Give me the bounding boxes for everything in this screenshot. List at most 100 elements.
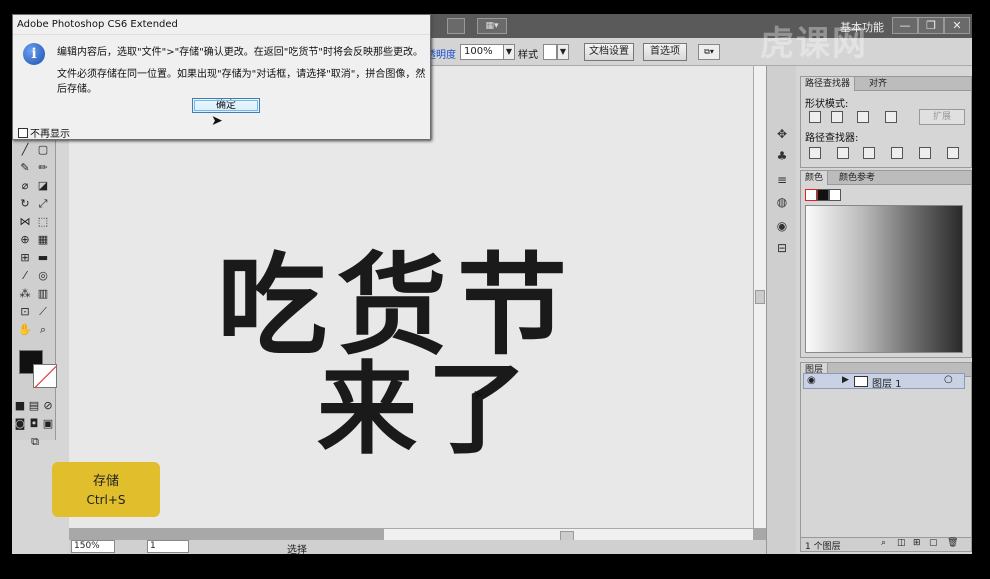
pencil-tool-icon[interactable]: ✏ <box>34 160 52 176</box>
eyedropper-tool-icon[interactable]: ⁄ <box>16 268 34 284</box>
layers-footer: 1 个图层 ⌕ ◫ ⊞ ▢ 🗑 <box>801 537 971 552</box>
blend-tool-icon[interactable]: ◎ <box>34 268 52 284</box>
pathfinder-tabs: 路径查找器 对齐 <box>801 77 971 91</box>
trim-icon[interactable] <box>837 147 849 159</box>
tab-align[interactable]: 对齐 <box>865 77 891 91</box>
mode-button[interactable] <box>447 18 465 34</box>
clipping-mask-icon[interactable]: ◫ <box>897 538 906 548</box>
dont-show-again-label: 不再显示 <box>30 129 70 140</box>
style-label: 样式 <box>518 50 538 61</box>
symbol-sprayer-tool-icon[interactable]: ⁂ <box>16 286 34 302</box>
minus-front-icon[interactable] <box>831 111 843 123</box>
arrange-icon[interactable]: ⧉▾ <box>698 44 720 60</box>
restore-button[interactable]: ❐ <box>918 17 944 34</box>
tab-color[interactable]: 颜色 <box>801 171 829 185</box>
color-mode-icon[interactable]: ■ <box>14 398 26 414</box>
alert-dialog: Adobe Photoshop CS6 Extended i 编辑内容后，选取"… <box>12 14 431 140</box>
hint-shortcut: Ctrl+S <box>86 493 126 507</box>
outline-icon[interactable] <box>919 147 931 159</box>
none-swatch-icon[interactable] <box>805 189 817 201</box>
hint-action: 存储 <box>92 474 119 489</box>
layers-panel-icon[interactable]: ⊟ <box>774 240 790 256</box>
panel-dock-strip: ✥ ♣ ≡ ◍ ◉ ⊟ <box>766 66 796 554</box>
column-graph-tool-icon[interactable]: ▥ <box>34 286 52 302</box>
arrange-documents-button[interactable]: ▦▾ <box>477 18 507 34</box>
locate-object-icon[interactable]: ⌕ <box>881 538 886 548</box>
status-text[interactable]: 选择 <box>287 541 307 554</box>
eraser-tool-icon[interactable]: ◪ <box>34 178 52 194</box>
gradient-mode-icon[interactable]: ▤ <box>28 398 40 414</box>
checkbox-box[interactable] <box>18 128 28 138</box>
symbols-panel-icon[interactable]: ♣ <box>774 148 790 164</box>
dialog-title: Adobe Photoshop CS6 Extended <box>13 15 430 35</box>
draw-inside-icon[interactable]: ▣ <box>42 416 54 432</box>
layer-name[interactable]: 图层 1 <box>872 375 902 390</box>
shape-builder-tool-icon[interactable]: ⊕ <box>16 232 34 248</box>
tab-color-guide[interactable]: 颜色参考 <box>835 171 879 185</box>
dont-show-again-checkbox[interactable]: 不再显示 <box>18 125 70 140</box>
perspective-grid-tool-icon[interactable]: ▦ <box>34 232 52 248</box>
draw-behind-icon[interactable]: ◘ <box>28 416 40 432</box>
minimize-button[interactable]: — <box>892 17 918 34</box>
document-setup-button[interactable]: 文档设置 <box>584 43 634 61</box>
crop-icon[interactable] <box>891 147 903 159</box>
paintbrush-tool-icon[interactable]: ✎ <box>16 160 34 176</box>
pointer-cursor-icon: ➤ <box>473 388 484 403</box>
zoom-tool-icon[interactable]: ⌕ <box>34 322 52 338</box>
slice-tool-icon[interactable]: ⟋ <box>34 304 52 320</box>
scale-tool-icon[interactable]: ⤢ <box>34 196 52 212</box>
expand-button[interactable]: 扩展 <box>919 109 965 125</box>
artboard-number-field[interactable]: 1 <box>147 540 189 553</box>
new-sublayer-icon[interactable]: ⊞ <box>913 538 921 548</box>
opacity-dropdown[interactable]: ▼ <box>503 44 515 60</box>
ok-button[interactable]: 确定 <box>192 98 260 113</box>
mouse-cursor-icon: ➤ <box>211 113 223 129</box>
expand-layer-icon[interactable]: ▶ <box>842 375 849 385</box>
vertical-scroll-thumb[interactable] <box>755 290 765 304</box>
color-spectrum[interactable] <box>805 205 963 353</box>
layer-row[interactable]: ◉ ▶ 图层 1 ○ <box>803 373 965 390</box>
target-circle-icon[interactable]: ○ <box>944 374 953 385</box>
artboard-tool-icon[interactable]: ⊡ <box>16 304 34 320</box>
line-segment-tool-icon[interactable]: ╱ <box>16 142 34 158</box>
tools-panel: ╱ ▢ ✎ ✏ ⌀ ◪ ↻ ⤢ ⋈ ⬚ ⊕ ▦ ⊞ ▬ ⁄ ◎ ⁂ ▥ ⊡ ⟋ … <box>12 140 57 448</box>
free-transform-tool-icon[interactable]: ⬚ <box>34 214 52 230</box>
status-bar: 150% 1 选择 <box>69 540 766 554</box>
brushes-panel-icon[interactable]: ✥ <box>774 126 790 142</box>
mesh-tool-icon[interactable]: ⊞ <box>16 250 34 266</box>
draw-normal-icon[interactable]: ◙ <box>14 416 26 432</box>
width-tool-icon[interactable]: ⋈ <box>16 214 34 230</box>
visibility-eye-icon[interactable]: ◉ <box>807 375 816 386</box>
opacity-field[interactable]: 100% <box>460 44 504 60</box>
rectangle-tool-icon[interactable]: ▢ <box>34 142 52 158</box>
appearance-panel-icon[interactable]: ◉ <box>774 218 790 234</box>
white-swatch[interactable] <box>829 189 841 201</box>
vertical-scrollbar[interactable] <box>753 66 766 528</box>
black-swatch[interactable] <box>817 189 829 201</box>
hand-tool-icon[interactable]: ✋ <box>16 322 34 338</box>
artwork-line-2[interactable]: 来了 <box>317 328 537 473</box>
merge-icon[interactable] <box>863 147 875 159</box>
exclude-icon[interactable] <box>885 111 897 123</box>
style-swatch[interactable] <box>543 44 557 60</box>
intersect-icon[interactable] <box>857 111 869 123</box>
screen-mode-icon[interactable]: ⧉ <box>26 434 44 450</box>
gradient-tool-icon[interactable]: ▬ <box>34 250 52 266</box>
delete-layer-icon[interactable]: 🗑 <box>947 538 958 548</box>
stroke-panel-icon[interactable]: ≡ <box>774 172 790 188</box>
rotate-tool-icon[interactable]: ↻ <box>16 196 34 212</box>
divide-icon[interactable] <box>809 147 821 159</box>
stroke-color-swatch[interactable] <box>33 364 57 388</box>
tab-pathfinder[interactable]: 路径查找器 <box>801 77 856 91</box>
unite-icon[interactable] <box>809 111 821 123</box>
close-button[interactable]: ✕ <box>944 17 970 34</box>
preferences-button[interactable]: 首选项 <box>643 43 687 61</box>
minus-back-icon[interactable] <box>947 147 959 159</box>
zoom-level-field[interactable]: 150% <box>71 540 115 553</box>
blob-brush-tool-icon[interactable]: ⌀ <box>16 178 34 194</box>
layer-count: 1 个图层 <box>805 542 841 552</box>
graphic-styles-panel-icon[interactable]: ◍ <box>774 194 790 210</box>
none-mode-icon[interactable]: ⊘ <box>42 398 54 414</box>
style-dropdown[interactable]: ▼ <box>557 44 569 60</box>
new-layer-icon[interactable]: ▢ <box>929 538 938 548</box>
